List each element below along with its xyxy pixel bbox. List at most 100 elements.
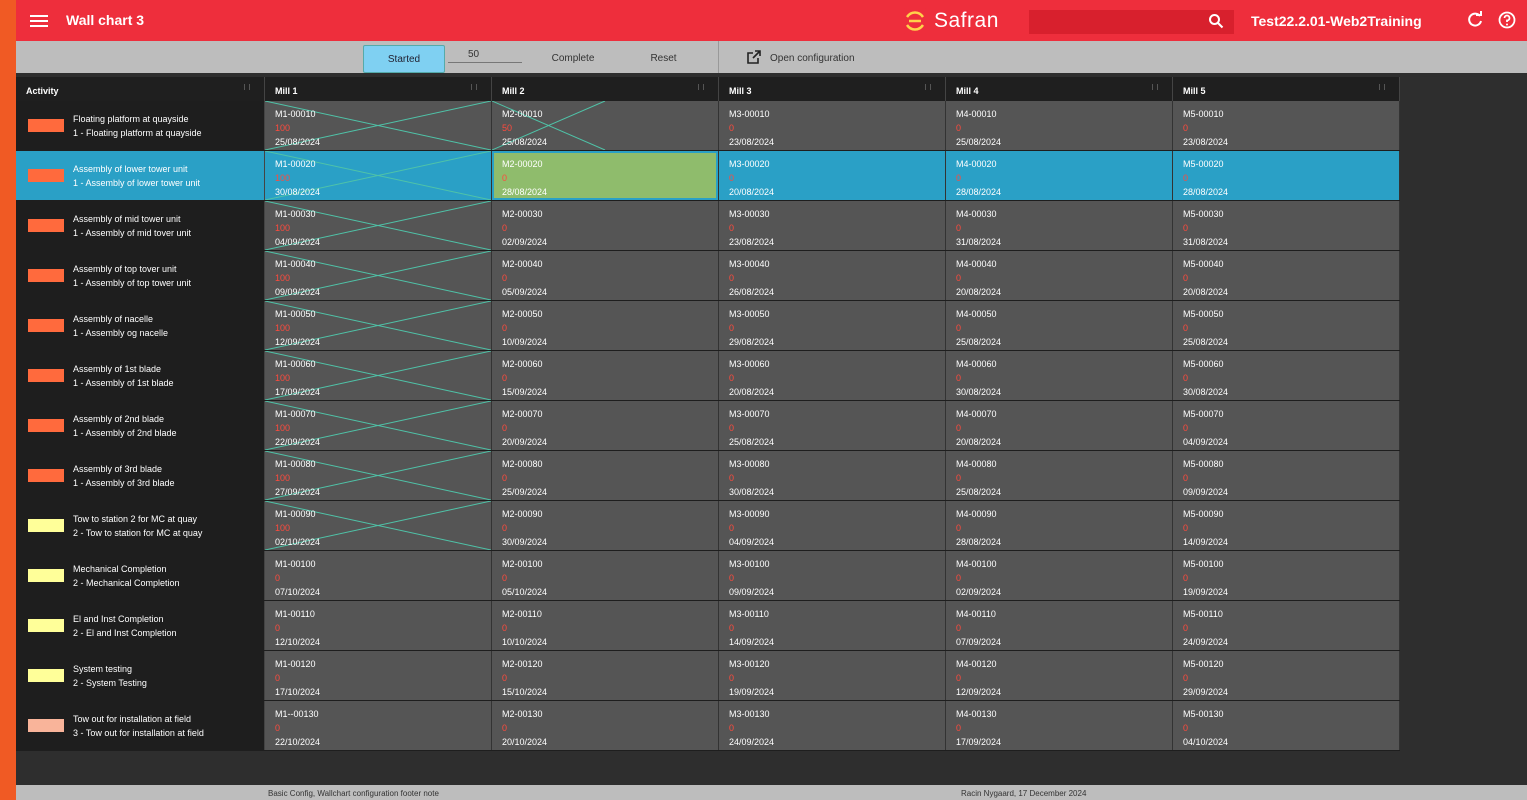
- mill-cell[interactable]: M2-00020 0 28/08/2024: [492, 151, 719, 200]
- activity-cell[interactable]: Mechanical Completion 2 - Mechanical Comp…: [16, 551, 265, 600]
- open-configuration-button[interactable]: Open configuration: [746, 45, 906, 71]
- activity-cell[interactable]: Assembly of lower tower unit 1 - Assembly…: [16, 151, 265, 200]
- mill-cell[interactable]: M2-00090 0 30/09/2024: [492, 501, 719, 550]
- column-header-mill-1[interactable]: Mill 1: [265, 77, 492, 101]
- mill-cell[interactable]: M5-00120 0 29/09/2024: [1173, 651, 1400, 700]
- mill-cell[interactable]: M5-00030 0 31/08/2024: [1173, 201, 1400, 250]
- sort-icon[interactable]: [1152, 84, 1158, 90]
- table-row[interactable]: Assembly of top tover unit 1 - Assembly o…: [16, 251, 1400, 301]
- table-row[interactable]: Mechanical Completion 2 - Mechanical Comp…: [16, 551, 1400, 601]
- mill-cell[interactable]: M3-00120 0 19/09/2024: [719, 651, 946, 700]
- mill-cell[interactable]: M4-00070 0 20/08/2024: [946, 401, 1173, 450]
- sort-icon[interactable]: [698, 84, 704, 90]
- table-row[interactable]: Tow out for installation at field 3 - Tow…: [16, 701, 1400, 751]
- mill-cell[interactable]: M5-00050 0 25/08/2024: [1173, 301, 1400, 350]
- column-header-mill-2[interactable]: Mill 2: [492, 77, 719, 101]
- mill-cell[interactable]: M1-00110 0 12/10/2024: [265, 601, 492, 650]
- mill-cell[interactable]: M2-00070 0 20/09/2024: [492, 401, 719, 450]
- activity-cell[interactable]: Assembly of 3rd blade 1 - Assembly of 3rd…: [16, 451, 265, 500]
- sort-icon[interactable]: [244, 84, 250, 90]
- mill-cell[interactable]: M1-00050 100 12/09/2024: [265, 301, 492, 350]
- mill-cell[interactable]: M5-00080 0 09/09/2024: [1173, 451, 1400, 500]
- sort-icon[interactable]: [1379, 84, 1385, 90]
- activity-cell[interactable]: Assembly of 2nd blade 1 - Assembly of 2nd…: [16, 401, 265, 450]
- mill-cell[interactable]: M4-00090 0 28/08/2024: [946, 501, 1173, 550]
- mill-cell[interactable]: M3-00110 0 14/09/2024: [719, 601, 946, 650]
- column-header-mill-4[interactable]: Mill 4: [946, 77, 1173, 101]
- complete-button[interactable]: Complete: [533, 45, 613, 71]
- mill-cell[interactable]: M4-00020 0 28/08/2024: [946, 151, 1173, 200]
- mill-cell[interactable]: M1-00100 0 07/10/2024: [265, 551, 492, 600]
- mill-cell[interactable]: M4-00050 0 25/08/2024: [946, 301, 1173, 350]
- mill-cell[interactable]: M5-00060 0 30/08/2024: [1173, 351, 1400, 400]
- mill-cell[interactable]: M4-00120 0 12/09/2024: [946, 651, 1173, 700]
- mill-cell[interactable]: M1-00010 100 25/08/2024: [265, 101, 492, 150]
- mill-cell[interactable]: M2-00040 0 05/09/2024: [492, 251, 719, 300]
- activity-cell[interactable]: System testing 2 - System Testing: [16, 651, 265, 700]
- mill-cell[interactable]: M5-00110 0 24/09/2024: [1173, 601, 1400, 650]
- column-header-mill-3[interactable]: Mill 3: [719, 77, 946, 101]
- activity-cell[interactable]: El and Inst Completion 2 - El and Inst Co…: [16, 601, 265, 650]
- mill-cell[interactable]: M4-00100 0 02/09/2024: [946, 551, 1173, 600]
- mill-cell[interactable]: M5-00010 0 23/08/2024: [1173, 101, 1400, 150]
- mill-cell[interactable]: M2-00110 0 10/10/2024: [492, 601, 719, 650]
- mill-cell[interactable]: M1-00120 0 17/10/2024: [265, 651, 492, 700]
- search-icon[interactable]: [1208, 13, 1224, 34]
- sort-icon[interactable]: [925, 84, 931, 90]
- mill-cell[interactable]: M1-00070 100 22/09/2024: [265, 401, 492, 450]
- table-row[interactable]: System testing 2 - System Testing M1-00120…: [16, 651, 1400, 701]
- mill-cell[interactable]: M3-00050 0 29/08/2024: [719, 301, 946, 350]
- table-row[interactable]: Assembly of 2nd blade 1 - Assembly of 2nd…: [16, 401, 1400, 451]
- mill-cell[interactable]: M1-00020 100 30/08/2024: [265, 151, 492, 200]
- mill-cell[interactable]: M4-00080 0 25/08/2024: [946, 451, 1173, 500]
- activity-cell[interactable]: Assembly of mid tower unit 1 - Assembly o…: [16, 201, 265, 250]
- table-row[interactable]: Assembly of 1st blade 1 - Assembly of 1st…: [16, 351, 1400, 401]
- table-row[interactable]: Assembly of lower tower unit 1 - Assembly…: [16, 151, 1400, 201]
- mill-cell[interactable]: M5-00130 0 04/10/2024: [1173, 701, 1400, 750]
- started-value-input[interactable]: 50: [448, 47, 522, 63]
- mill-cell[interactable]: M2-00060 0 15/09/2024: [492, 351, 719, 400]
- menu-icon[interactable]: [30, 12, 48, 28]
- mill-cell[interactable]: M3-00010 0 23/08/2024: [719, 101, 946, 150]
- mill-cell[interactable]: M4-00130 0 17/09/2024: [946, 701, 1173, 750]
- mill-cell[interactable]: M3-00080 0 30/08/2024: [719, 451, 946, 500]
- user-name[interactable]: Test22.2.01-Web2Training: [1251, 13, 1422, 29]
- refresh-icon[interactable]: [1466, 11, 1484, 34]
- column-header-activity[interactable]: Activity: [16, 77, 265, 101]
- table-row[interactable]: Assembly of 3rd blade 1 - Assembly of 3rd…: [16, 451, 1400, 501]
- table-row[interactable]: Tow to station 2 for MC at quay 2 - Tow t…: [16, 501, 1400, 551]
- mill-cell[interactable]: M2-00050 0 10/09/2024: [492, 301, 719, 350]
- mill-cell[interactable]: M3-00060 0 20/08/2024: [719, 351, 946, 400]
- table-row[interactable]: El and Inst Completion 2 - El and Inst Co…: [16, 601, 1400, 651]
- table-row[interactable]: Assembly of mid tower unit 1 - Assembly o…: [16, 201, 1400, 251]
- mill-cell[interactable]: M4-00040 0 20/08/2024: [946, 251, 1173, 300]
- mill-cell[interactable]: M5-00100 0 19/09/2024: [1173, 551, 1400, 600]
- column-header-mill-5[interactable]: Mill 5: [1173, 77, 1400, 101]
- mill-cell[interactable]: M2-00010 50 25/08/2024: [492, 101, 719, 150]
- mill-cell[interactable]: M4-00010 0 25/08/2024: [946, 101, 1173, 150]
- activity-cell[interactable]: Assembly of top tover unit 1 - Assembly o…: [16, 251, 265, 300]
- mill-cell[interactable]: M4-00110 0 07/09/2024: [946, 601, 1173, 650]
- mill-cell[interactable]: M3-00070 0 25/08/2024: [719, 401, 946, 450]
- mill-cell[interactable]: M1-00040 100 09/09/2024: [265, 251, 492, 300]
- mill-cell[interactable]: M3-00030 0 23/08/2024: [719, 201, 946, 250]
- mill-cell[interactable]: M3-00020 0 20/08/2024: [719, 151, 946, 200]
- mill-cell[interactable]: M3-00130 0 24/09/2024: [719, 701, 946, 750]
- mill-cell[interactable]: M2-00100 0 05/10/2024: [492, 551, 719, 600]
- mill-cell[interactable]: M2-00030 0 02/09/2024: [492, 201, 719, 250]
- mill-cell[interactable]: M5-00070 0 04/09/2024: [1173, 401, 1400, 450]
- mill-cell[interactable]: M1-00080 100 27/09/2024: [265, 451, 492, 500]
- activity-cell[interactable]: Floating platform at quayside 1 - Floatin…: [16, 101, 265, 150]
- sort-icon[interactable]: [471, 84, 477, 90]
- activity-cell[interactable]: Tow to station 2 for MC at quay 2 - Tow t…: [16, 501, 265, 550]
- activity-cell[interactable]: Assembly of 1st blade 1 - Assembly of 1st…: [16, 351, 265, 400]
- mill-cell[interactable]: M3-00100 0 09/09/2024: [719, 551, 946, 600]
- activity-cell[interactable]: Assembly of nacelle 1 - Assembly og nacel…: [16, 301, 265, 350]
- mill-cell[interactable]: M4-00060 0 30/08/2024: [946, 351, 1173, 400]
- mill-cell[interactable]: M1-00060 100 17/09/2024: [265, 351, 492, 400]
- help-icon[interactable]: [1498, 11, 1516, 34]
- activity-cell[interactable]: Tow out for installation at field 3 - Tow…: [16, 701, 265, 750]
- mill-cell[interactable]: M2-00130 0 20/10/2024: [492, 701, 719, 750]
- mill-cell[interactable]: M3-00040 0 26/08/2024: [719, 251, 946, 300]
- search-input[interactable]: [1029, 10, 1234, 34]
